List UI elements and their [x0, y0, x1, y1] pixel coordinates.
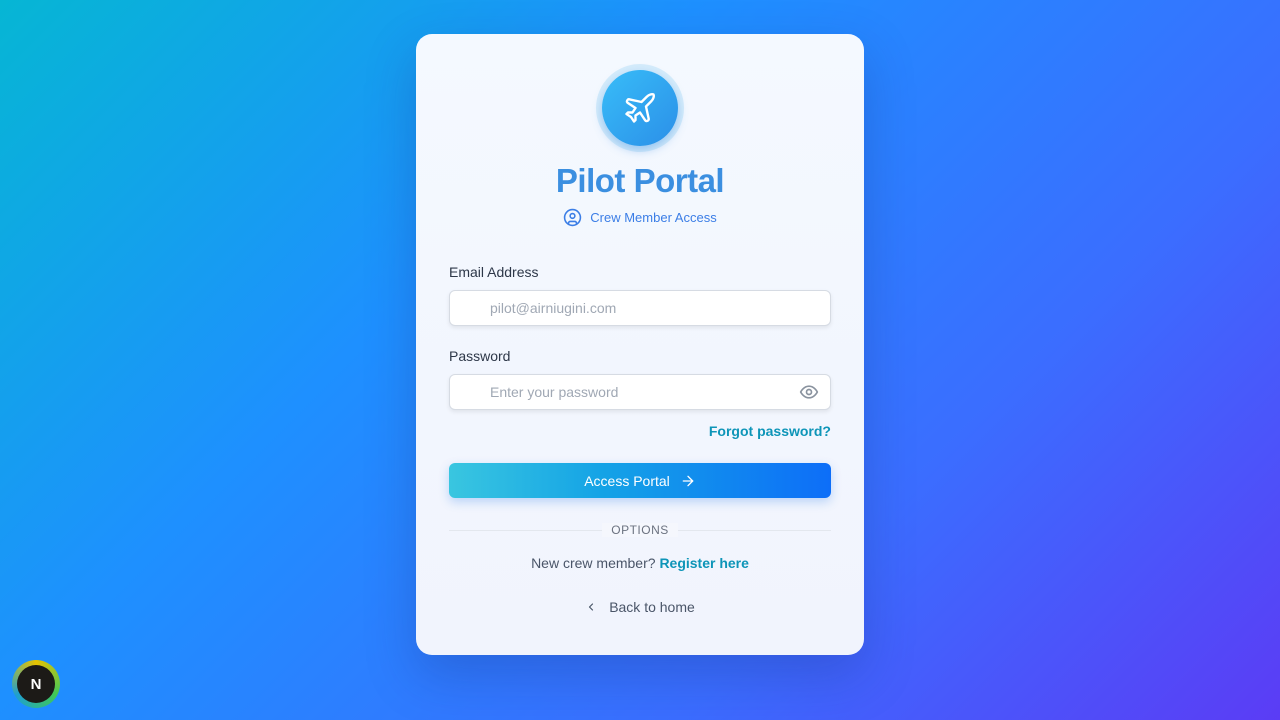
logo — [602, 70, 678, 146]
show-password-button[interactable] — [798, 383, 820, 401]
password-label: Password — [449, 348, 511, 364]
register-link[interactable]: Register here — [659, 555, 748, 571]
subtitle: Crew Member Access — [416, 208, 864, 227]
email-field[interactable] — [449, 290, 831, 326]
airplane-icon — [625, 93, 655, 123]
divider: OPTIONS — [416, 521, 864, 539]
access-portal-button[interactable]: Access Portal — [449, 463, 831, 498]
login-card: Pilot Portal Crew Member Access Email Ad… — [416, 34, 864, 655]
page-title: Pilot Portal — [555, 162, 725, 199]
email-label: Email Address — [449, 264, 539, 280]
register-prompt: New crew member? — [531, 555, 656, 571]
back-to-home-label: Back to home — [609, 599, 695, 615]
password-field[interactable] — [449, 374, 831, 410]
eye-icon — [799, 385, 819, 399]
arrow-right-icon — [682, 475, 694, 486]
badge-letter: N — [17, 665, 55, 703]
chevron-left-icon — [589, 603, 594, 611]
register-row: New crew member? Register here — [416, 555, 864, 571]
subtitle-text: Crew Member Access — [590, 210, 717, 225]
dev-tools-badge[interactable]: N — [12, 660, 60, 708]
divider-label: OPTIONS — [602, 523, 678, 537]
forgot-password-link[interactable]: Forgot password? — [709, 423, 831, 439]
user-circle-icon — [564, 208, 582, 227]
access-portal-label: Access Portal — [584, 472, 670, 489]
logo-ring — [596, 64, 684, 152]
back-to-home-link[interactable]: Back to home — [416, 599, 864, 615]
